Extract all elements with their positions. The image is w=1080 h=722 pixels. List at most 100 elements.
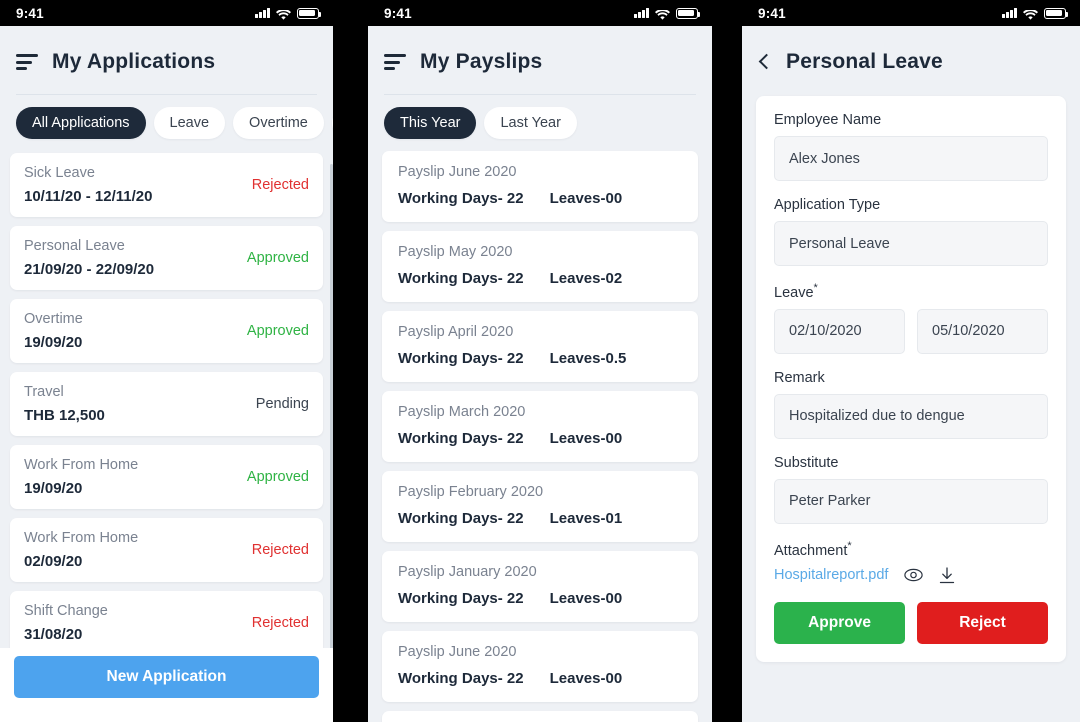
payslip-row[interactable]: Payslip January 2020 Working Days- 22 Le… (382, 551, 698, 622)
application-type-field[interactable]: Personal Leave (774, 221, 1048, 266)
tab-all-applications[interactable]: All Applications (16, 107, 146, 139)
status-badge: Approved (246, 250, 309, 266)
remark-label: Remark (774, 369, 825, 386)
payslip-title: Payslip February 2020 (398, 484, 544, 500)
page-title: My Payslips (420, 50, 543, 73)
application-detail: 19/09/20 (24, 334, 83, 351)
app-header-payslips: My Payslips (368, 26, 712, 95)
payslip-working-days: Working Days- 22 (398, 590, 524, 607)
leave-detail-form: Employee Name Alex Jones Application Typ… (756, 96, 1066, 662)
application-detail: 10/11/20 - 12/11/20 (24, 188, 153, 205)
substitute-field[interactable]: Peter Parker (774, 478, 1048, 524)
status-badge: Rejected (251, 177, 309, 193)
remark-field[interactable]: Hospitalized due to dengue (774, 393, 1048, 439)
application-detail: 31/08/20 (24, 626, 83, 643)
payslip-working-days: Working Days- 22 (398, 670, 524, 687)
application-type: Personal Leave (24, 238, 125, 254)
wifi-icon (276, 8, 291, 20)
tab-leave[interactable]: Leave (153, 107, 226, 139)
payslip-title: Payslip June 2020 (398, 164, 517, 180)
status-badge: Pending (255, 396, 309, 412)
payslip-title: Payslip June 2020 (398, 644, 517, 660)
status-bar-icons (634, 7, 701, 20)
attachment-label: Attachment* (774, 540, 1048, 559)
payslip-leaves: Leaves-00 (549, 670, 623, 687)
application-row[interactable]: Work From Home 19/09/20 Approved (10, 445, 323, 509)
signal-icon (255, 8, 270, 18)
employee-name-field[interactable]: Alex Jones (774, 136, 1048, 181)
attachment-file-link[interactable]: Hospitalreport.pdf (774, 567, 888, 583)
payslip-row[interactable]: Payslip May 2020 Working Days- 22 Leaves… (382, 711, 698, 722)
download-icon[interactable] (939, 567, 955, 584)
application-detail: 19/09/20 (24, 480, 83, 497)
tab-overtime[interactable]: Overtime (233, 107, 324, 139)
leave-to-date-field[interactable]: 05/10/2020 (917, 308, 1048, 354)
hamburger-menu-icon[interactable] (384, 54, 406, 70)
back-chevron-icon[interactable] (758, 51, 772, 73)
application-row[interactable]: Overtime 19/09/20 Approved (10, 299, 323, 363)
status-bar-icons (1002, 7, 1069, 20)
payslip-title: Payslip May 2020 (398, 244, 513, 260)
status-bar-time: 9:41 (384, 5, 412, 21)
list-scrollbar[interactable] (330, 164, 333, 654)
applications-list: Sick Leave 10/11/20 - 12/11/20 Rejected … (0, 139, 333, 722)
payslip-working-days: Working Days- 22 (398, 270, 524, 287)
application-row[interactable]: Travel THB 12,500 Pending (10, 372, 323, 436)
application-type: Work From Home (24, 530, 139, 546)
application-row[interactable]: Personal Leave 21/09/20 - 22/09/20 Appro… (10, 226, 323, 290)
application-row[interactable]: Sick Leave 10/11/20 - 12/11/20 Rejected (10, 153, 323, 217)
application-type-label: Application Type (774, 197, 881, 213)
leave-label-text: Leave (774, 284, 814, 301)
payslip-row[interactable]: Payslip June 2020 Working Days- 22 Leave… (382, 631, 698, 702)
payslip-working-days: Working Days- 22 (398, 430, 524, 447)
payslip-row[interactable]: Payslip February 2020 Working Days- 22 L… (382, 471, 698, 542)
eye-icon[interactable] (904, 568, 924, 582)
reject-button[interactable]: Reject (917, 601, 1048, 644)
app-header-leave-detail: Personal Leave (742, 26, 1080, 82)
payslip-title: Payslip January 2020 (398, 564, 537, 580)
phone-screen-personal-leave: 9:41 Personal Leave Employee Name Alex J… (742, 0, 1080, 722)
status-badge: Rejected (251, 615, 309, 631)
signal-icon (1002, 8, 1017, 18)
tab-others[interactable]: O (331, 107, 333, 139)
application-type: Work From Home (24, 457, 139, 473)
payslip-title: Payslip March 2020 (398, 404, 526, 420)
payslip-working-days: Working Days- 22 (398, 510, 524, 527)
new-application-button[interactable]: New Application (14, 656, 319, 698)
wifi-icon (655, 8, 670, 20)
application-detail: 02/09/20 (24, 553, 83, 570)
payslip-leaves: Leaves-01 (549, 510, 623, 527)
application-row[interactable]: Shift Change 31/08/20 Rejected (10, 591, 323, 655)
tab-last-year[interactable]: Last Year (484, 107, 577, 139)
payslip-row[interactable]: Payslip April 2020 Working Days- 22 Leav… (382, 311, 698, 382)
battery-icon (676, 7, 701, 19)
payslip-leaves: Leaves-00 (549, 590, 623, 607)
leave-from-date-field[interactable]: 02/10/2020 (774, 308, 905, 354)
payslip-title: Payslip April 2020 (398, 324, 514, 340)
hamburger-menu-icon[interactable] (16, 54, 38, 70)
screen-content-applications: My Applications All Applications Leave O… (0, 26, 333, 722)
status-badge: Approved (246, 469, 309, 485)
screen-content-leave-detail: Personal Leave Employee Name Alex Jones … (742, 26, 1080, 722)
payslip-row[interactable]: Payslip June 2020 Working Days- 22 Leave… (382, 151, 698, 222)
substitute-label: Substitute (774, 454, 839, 471)
signal-icon (634, 8, 649, 18)
status-badge: Approved (246, 323, 309, 339)
battery-icon (1044, 7, 1069, 19)
payslip-leaves: Leaves-02 (549, 270, 623, 287)
battery-icon (297, 7, 322, 19)
payslip-row[interactable]: Payslip March 2020 Working Days- 22 Leav… (382, 391, 698, 462)
approve-button[interactable]: Approve (774, 601, 905, 644)
application-detail: THB 12,500 (24, 407, 105, 424)
payslip-row[interactable]: Payslip May 2020 Working Days- 22 Leaves… (382, 231, 698, 302)
application-row[interactable]: Work From Home 02/09/20 Rejected (10, 518, 323, 582)
decision-buttons: Approve Reject (774, 601, 1048, 644)
application-type: Sick Leave (24, 165, 95, 181)
leave-date-range: 02/10/2020 05/10/2020 (774, 308, 1048, 354)
status-bar-time: 9:41 (758, 5, 786, 21)
phone-screen-my-payslips: 9:41 My Payslips This Year Last Year Pay… (368, 0, 712, 722)
application-type: Travel (24, 384, 64, 400)
page-title: Personal Leave (786, 50, 943, 73)
tab-this-year[interactable]: This Year (384, 107, 477, 139)
screenshot-stage: 9:41 My Applications All Applications Le… (0, 0, 1080, 722)
